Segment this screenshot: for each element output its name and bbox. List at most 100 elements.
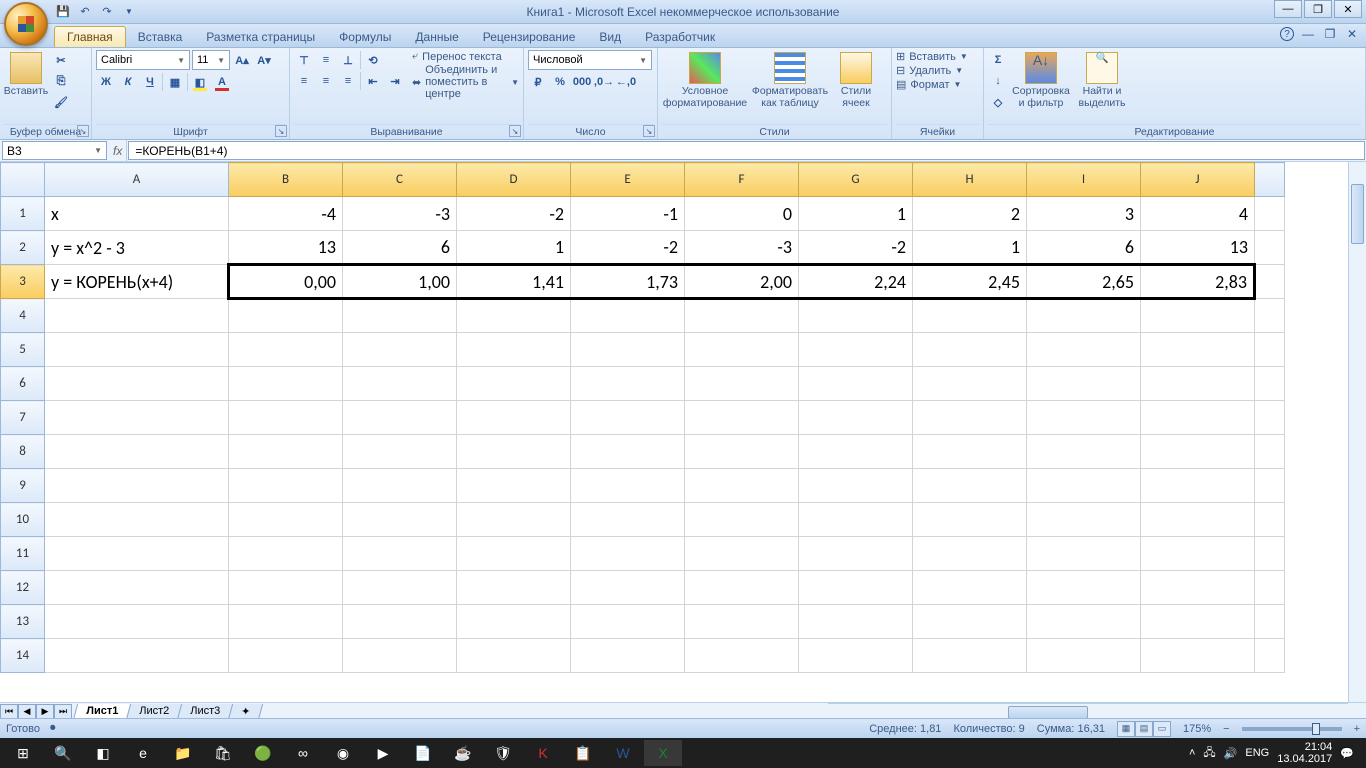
row-header-14[interactable]: 14 bbox=[1, 639, 45, 673]
cell-B10[interactable] bbox=[229, 503, 343, 537]
cell-B3[interactable]: 0,00 bbox=[229, 265, 343, 299]
cell-styles-button[interactable]: Стили ячеек bbox=[832, 50, 880, 109]
cell-H4[interactable] bbox=[913, 299, 1027, 333]
cell-F1[interactable]: 0 bbox=[685, 197, 799, 231]
tab-page-layout[interactable]: Разметка страницы bbox=[194, 27, 327, 47]
cell-D5[interactable] bbox=[457, 333, 571, 367]
cell-C14[interactable] bbox=[343, 639, 457, 673]
taskbar-app-3[interactable]: ▶ bbox=[364, 740, 402, 766]
tray-time[interactable]: 21:04 bbox=[1277, 741, 1332, 753]
cell-C10[interactable] bbox=[343, 503, 457, 537]
cell-D10[interactable] bbox=[457, 503, 571, 537]
row-header-5[interactable]: 5 bbox=[1, 333, 45, 367]
clipboard-launcher[interactable]: ↘ bbox=[77, 125, 89, 137]
column-header-B[interactable]: B bbox=[229, 163, 343, 197]
cell-B9[interactable] bbox=[229, 469, 343, 503]
align-left-button[interactable]: ≡ bbox=[294, 71, 314, 91]
percent-button[interactable]: % bbox=[550, 72, 570, 92]
cell-J3[interactable]: 2,83 bbox=[1141, 265, 1255, 299]
cell-C13[interactable] bbox=[343, 605, 457, 639]
cell-D1[interactable]: -2 bbox=[457, 197, 571, 231]
view-page-layout-button[interactable]: ▤ bbox=[1135, 721, 1153, 737]
taskbar-search-icon[interactable]: 🔍 bbox=[44, 740, 82, 766]
cell-C9[interactable] bbox=[343, 469, 457, 503]
cell-D7[interactable] bbox=[457, 401, 571, 435]
cell-I3[interactable]: 2,65 bbox=[1027, 265, 1141, 299]
cell-D13[interactable] bbox=[457, 605, 571, 639]
orientation-button[interactable]: ⟲ bbox=[363, 50, 383, 70]
cell-F8[interactable] bbox=[685, 435, 799, 469]
cell-E13[interactable] bbox=[571, 605, 685, 639]
italic-button[interactable]: К bbox=[118, 72, 138, 92]
office-button[interactable] bbox=[4, 2, 48, 46]
cell-G10[interactable] bbox=[799, 503, 913, 537]
number-format-combo[interactable]: Числовой▼ bbox=[528, 50, 652, 70]
cell-C6[interactable] bbox=[343, 367, 457, 401]
name-box[interactable]: B3▼ bbox=[2, 141, 107, 160]
tray-date[interactable]: 13.04.2017 bbox=[1277, 753, 1332, 765]
select-all-corner[interactable] bbox=[1, 163, 45, 197]
qat-redo-button[interactable]: ↷ bbox=[98, 3, 116, 21]
conditional-formatting-button[interactable]: Условное форматирование bbox=[662, 50, 748, 109]
cell-F4[interactable] bbox=[685, 299, 799, 333]
taskbar-app-6[interactable]: 🛡 bbox=[484, 740, 522, 766]
cell-H9[interactable] bbox=[913, 469, 1027, 503]
column-header-A[interactable]: A bbox=[45, 163, 229, 197]
cell-I4[interactable] bbox=[1027, 299, 1141, 333]
cell-A13[interactable] bbox=[45, 605, 229, 639]
tab-developer[interactable]: Разработчик bbox=[633, 27, 727, 47]
cell-G7[interactable] bbox=[799, 401, 913, 435]
cell-A11[interactable] bbox=[45, 537, 229, 571]
font-name-combo[interactable]: Calibri▼ bbox=[96, 50, 190, 70]
row-header-13[interactable]: 13 bbox=[1, 605, 45, 639]
cell-I6[interactable] bbox=[1027, 367, 1141, 401]
sort-filter-button[interactable]: A↓ Сортировка и фильтр bbox=[1011, 50, 1071, 109]
cell-G1[interactable]: 1 bbox=[799, 197, 913, 231]
cut-button[interactable]: ✂ bbox=[51, 50, 71, 70]
cell-I14[interactable] bbox=[1027, 639, 1141, 673]
cell-B2[interactable]: 13 bbox=[229, 231, 343, 265]
cell-H10[interactable] bbox=[913, 503, 1027, 537]
column-header-G[interactable]: G bbox=[799, 163, 913, 197]
cell-A14[interactable] bbox=[45, 639, 229, 673]
taskbar-app-2[interactable]: ∞ bbox=[284, 740, 322, 766]
cell-J1[interactable]: 4 bbox=[1141, 197, 1255, 231]
delete-cells-button[interactable]: ⊟Удалить▼ bbox=[896, 64, 963, 77]
wrap-text-button[interactable]: ⤶Перенос текста bbox=[412, 50, 519, 63]
cell-F13[interactable] bbox=[685, 605, 799, 639]
cell-F11[interactable] bbox=[685, 537, 799, 571]
cell-G12[interactable] bbox=[799, 571, 913, 605]
tray-notifications-icon[interactable]: 💬 bbox=[1340, 747, 1354, 760]
cell-G2[interactable]: -2 bbox=[799, 231, 913, 265]
maximize-button[interactable]: ❐ bbox=[1304, 0, 1332, 18]
column-header-E[interactable]: E bbox=[571, 163, 685, 197]
cell-J9[interactable] bbox=[1141, 469, 1255, 503]
row-header-12[interactable]: 12 bbox=[1, 571, 45, 605]
cell-F9[interactable] bbox=[685, 469, 799, 503]
row-header-8[interactable]: 8 bbox=[1, 435, 45, 469]
cell-H3[interactable]: 2,45 bbox=[913, 265, 1027, 299]
cell-A1[interactable]: x bbox=[45, 197, 229, 231]
cell-A3[interactable]: y = КОРЕНЬ(x+4) bbox=[45, 265, 229, 299]
formula-bar-input[interactable]: =КОРЕНЬ(B1+4) bbox=[128, 141, 1365, 160]
row-header-6[interactable]: 6 bbox=[1, 367, 45, 401]
cell-B12[interactable] bbox=[229, 571, 343, 605]
column-header-I[interactable]: I bbox=[1027, 163, 1141, 197]
minimize-button[interactable]: — bbox=[1274, 0, 1302, 18]
cell-F6[interactable] bbox=[685, 367, 799, 401]
align-middle-button[interactable]: ≡ bbox=[316, 50, 336, 70]
cell-A7[interactable] bbox=[45, 401, 229, 435]
align-top-button[interactable]: ⊤ bbox=[294, 50, 314, 70]
cell-E7[interactable] bbox=[571, 401, 685, 435]
align-center-button[interactable]: ≡ bbox=[316, 71, 336, 91]
cell-G13[interactable] bbox=[799, 605, 913, 639]
cell-H11[interactable] bbox=[913, 537, 1027, 571]
cell-C4[interactable] bbox=[343, 299, 457, 333]
font-launcher[interactable]: ↘ bbox=[275, 125, 287, 137]
cell-E11[interactable] bbox=[571, 537, 685, 571]
cell-H2[interactable]: 1 bbox=[913, 231, 1027, 265]
row-header-2[interactable]: 2 bbox=[1, 231, 45, 265]
cell-E9[interactable] bbox=[571, 469, 685, 503]
cell-J14[interactable] bbox=[1141, 639, 1255, 673]
cell-D11[interactable] bbox=[457, 537, 571, 571]
